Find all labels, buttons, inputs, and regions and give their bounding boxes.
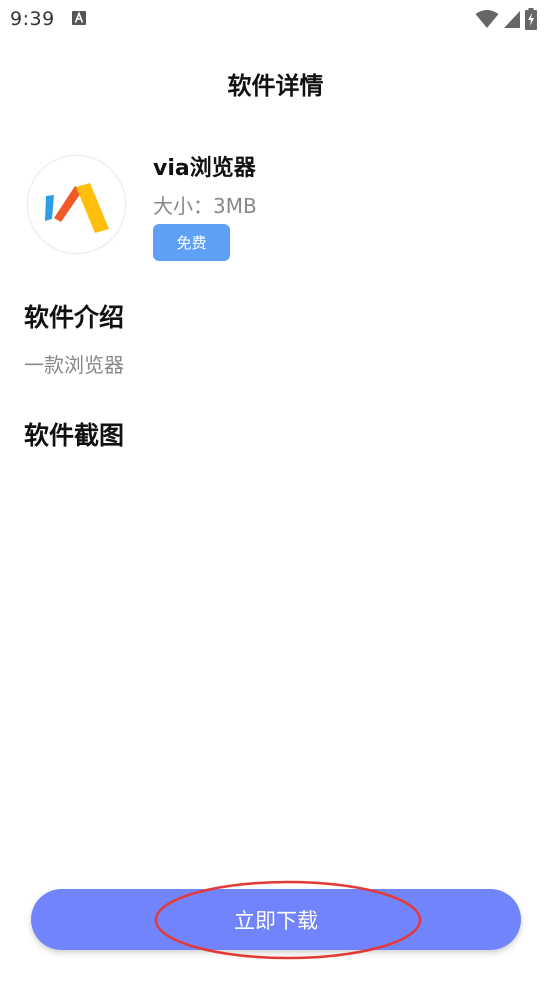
a-notification-icon: [72, 11, 86, 25]
intro-text: 一款浏览器: [24, 353, 124, 377]
status-icons: [475, 8, 537, 30]
status-bar: 9:39: [0, 0, 551, 38]
download-button[interactable]: 立即下载: [31, 889, 521, 950]
battery-charging-icon: [525, 8, 537, 30]
price-badge: 免费: [153, 224, 230, 261]
intro-section-title: 软件介绍: [24, 303, 125, 332]
wifi-icon: [475, 10, 499, 28]
status-time: 9:39: [10, 8, 55, 30]
page-title: 软件详情: [227, 72, 324, 100]
screenshots-section-title: 软件截图: [24, 421, 125, 450]
via-browser-logo-icon: [45, 183, 109, 233]
app-size: 大小：3MB: [153, 194, 257, 218]
cell-signal-icon: [504, 11, 520, 28]
app-logo: [27, 155, 126, 254]
app-name: via浏览器: [153, 156, 256, 181]
